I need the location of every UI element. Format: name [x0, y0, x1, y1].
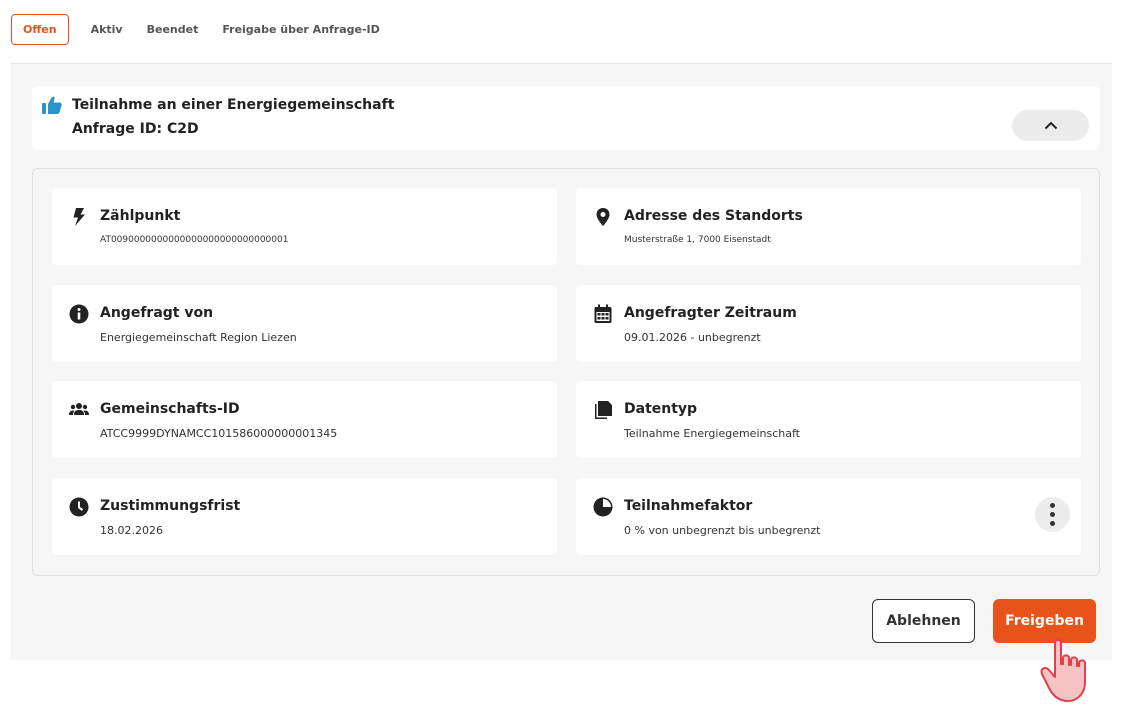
tab-aktiv[interactable]: Aktiv	[80, 14, 134, 45]
card-datentyp: Datentyp Teilnahme Energiegemeinschaft	[576, 381, 1081, 458]
datentyp-label: Datentyp	[624, 401, 698, 417]
angefragt-von-label: Angefragt von	[100, 305, 214, 321]
more-options-button[interactable]	[1035, 497, 1070, 532]
zeitraum-label: Angefragter Zeitraum	[624, 305, 797, 321]
gemeinschafts-id-value: ATCC9999DYNAMCC101586000000001345	[100, 427, 338, 440]
zaehlpunkt-label: Zählpunkt	[100, 208, 181, 224]
teilnahmefaktor-value: 0 % von unbegrenzt bis unbegrenzt	[624, 524, 821, 537]
thumbs-up-icon	[42, 96, 62, 114]
card-teilnahmefaktor: Teilnahmefaktor 0 % von unbegrenzt bis u…	[576, 478, 1081, 555]
calendar-icon	[594, 304, 612, 323]
request-details: Zählpunkt AT0090000000000000000000000000…	[32, 168, 1100, 576]
dot	[1050, 512, 1055, 517]
clock-icon	[69, 497, 89, 517]
card-angefragt-von: Angefragt von Energiegemeinschaft Region…	[52, 285, 557, 362]
location-pin-icon	[596, 208, 610, 226]
tab-freigabe-anfrage-id[interactable]: Freigabe über Anfrage-ID	[211, 14, 390, 45]
zustimmungsfrist-value: 18.02.2026	[100, 524, 163, 537]
status-tabs: Offen Aktiv Beendet Freigabe über Anfrag…	[11, 14, 393, 45]
zeitraum-value: 09.01.2026 - unbegrenzt	[624, 331, 761, 344]
chevron-up-icon	[1044, 121, 1057, 130]
people-icon	[69, 403, 89, 415]
adresse-label: Adresse des Standorts	[624, 208, 803, 224]
gemeinschafts-id-label: Gemeinschafts-ID	[100, 401, 240, 417]
adresse-value: Musterstraße 1, 7000 Eisenstadt	[624, 235, 771, 245]
dot	[1050, 503, 1055, 508]
tab-beendet[interactable]: Beendet	[136, 14, 210, 45]
reject-button[interactable]: Ablehnen	[872, 599, 975, 643]
pie-chart-icon	[593, 497, 613, 517]
card-adresse: Adresse des Standorts Musterstraße 1, 70…	[576, 188, 1081, 265]
collapse-button[interactable]	[1012, 110, 1089, 141]
hand-cursor-icon	[1040, 639, 1086, 702]
datentyp-value: Teilnahme Energiegemeinschaft	[624, 427, 800, 440]
request-panel: Teilnahme an einer Energiegemeinschaft A…	[11, 63, 1112, 660]
teilnahmefaktor-label: Teilnahmefaktor	[624, 498, 753, 514]
lightning-icon	[73, 208, 85, 226]
card-gemeinschafts-id: Gemeinschafts-ID ATCC9999DYNAMCC10158600…	[52, 381, 557, 458]
request-id: Anfrage ID: C2D	[72, 121, 199, 137]
request-header: Teilnahme an einer Energiegemeinschaft A…	[32, 86, 1100, 150]
zaehlpunkt-value: AT0090000000000000000000000000001	[100, 235, 289, 245]
card-zustimmungsfrist: Zustimmungsfrist 18.02.2026	[52, 478, 557, 555]
request-title: Teilnahme an einer Energiegemeinschaft	[72, 97, 395, 113]
card-zeitraum: Angefragter Zeitraum 09.01.2026 - unbegr…	[576, 285, 1081, 362]
approve-button[interactable]: Freigeben	[993, 599, 1096, 643]
angefragt-von-value: Energiegemeinschaft Region Liezen	[100, 331, 297, 344]
documents-icon	[595, 401, 612, 419]
card-zaehlpunkt: Zählpunkt AT0090000000000000000000000000…	[52, 188, 557, 265]
tab-offen[interactable]: Offen	[11, 14, 69, 45]
dot	[1050, 521, 1055, 526]
zustimmungsfrist-label: Zustimmungsfrist	[100, 498, 241, 514]
info-icon	[69, 304, 89, 324]
